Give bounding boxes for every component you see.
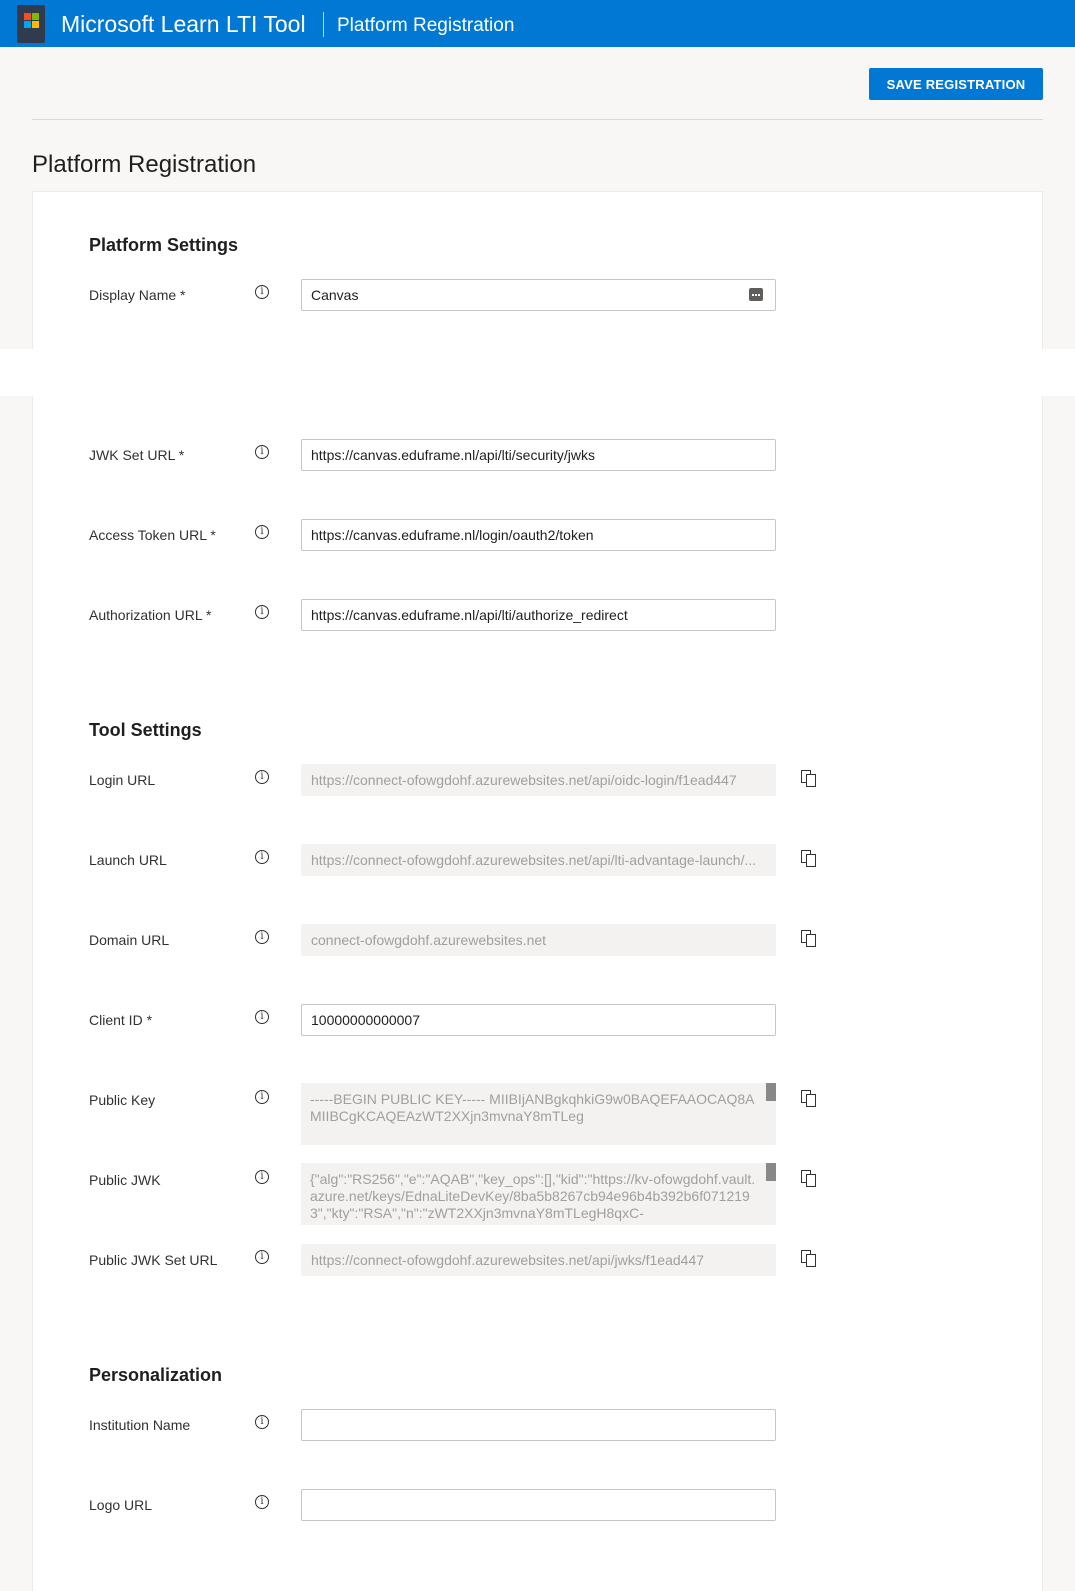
login-url-label: Login URL [89,772,156,788]
toolbar-divider [32,119,1043,120]
client-id-label: Client ID * [89,1012,153,1028]
authorization-url-label: Authorization URL * [89,607,212,623]
authorization-url-input[interactable]: https://canvas.eduframe.nl/api/lti/autho… [301,599,776,631]
copy-icon[interactable] [801,850,817,868]
platform-settings-title: Platform Settings [89,235,239,255]
app-logo-icon [17,5,45,43]
client-id-input[interactable]: 10000000000007 [301,1004,776,1036]
info-icon[interactable]: i [255,285,269,299]
info-icon[interactable]: i [255,1250,269,1264]
info-icon[interactable]: i [255,525,269,539]
display-name-input[interactable]: Canvas [301,279,776,311]
info-icon[interactable]: i [255,1170,269,1184]
copy-icon[interactable] [801,1090,817,1108]
public-key-value: -----BEGIN PUBLIC KEY----- MIIBIjANBgkqh… [310,1091,755,1124]
public-jwk-field: {"alg":"RS256","e":"AQAB","key_ops":[],"… [301,1163,776,1225]
screenshot-gap [0,349,1075,396]
logo-url-input[interactable] [301,1489,776,1521]
institution-name-label: Institution Name [89,1417,191,1433]
public-jwk-value: {"alg":"RS256","e":"AQAB","key_ops":[],"… [310,1171,756,1221]
info-icon[interactable]: i [255,930,269,944]
copy-icon[interactable] [801,930,817,948]
access-token-url-label: Access Token URL * [89,527,216,543]
personalization-title: Personalization [89,1365,223,1385]
title-divider [323,12,324,37]
public-jwk-set-url-field: https://connect-ofowgdohf.azurewebsites.… [301,1244,776,1276]
more-icon[interactable] [749,288,763,301]
app-title: Microsoft Learn LTI Tool [61,11,306,37]
public-jwk-label: Public JWK [89,1172,161,1188]
public-key-field: -----BEGIN PUBLIC KEY----- MIIBIjANBgkqh… [301,1083,776,1145]
launch-url-label: Launch URL [89,852,167,868]
copy-icon[interactable] [801,1250,817,1268]
info-icon[interactable]: i [255,1495,269,1509]
launch-url-field: https://connect-ofowgdohf.azurewebsites.… [301,844,776,876]
public-jwk-scrollbar[interactable] [766,1163,776,1181]
domain-url-field: connect-ofowgdohf.azurewebsites.net [301,924,776,956]
info-icon[interactable]: i [255,850,269,864]
save-registration-button[interactable]: SAVE REGISTRATION [869,68,1043,100]
login-url-field: https://connect-ofowgdohf.azurewebsites.… [301,764,776,796]
institution-name-input[interactable] [301,1409,776,1441]
display-name-label: Display Name * [89,287,186,303]
info-icon[interactable]: i [255,1010,269,1024]
domain-url-label: Domain URL [89,932,170,948]
info-icon[interactable]: i [255,1090,269,1104]
jwk-set-url-label: JWK Set URL * [89,447,185,463]
jwk-set-url-input[interactable]: https://canvas.eduframe.nl/api/lti/secur… [301,439,776,471]
header-section-title: Platform Registration [337,15,515,36]
info-icon[interactable]: i [255,445,269,459]
public-jwk-set-url-label: Public JWK Set URL [89,1252,218,1268]
public-key-scrollbar[interactable] [766,1083,776,1101]
info-icon[interactable]: i [255,770,269,784]
info-icon[interactable]: i [255,605,269,619]
info-icon[interactable]: i [255,1415,269,1429]
copy-icon[interactable] [801,1170,817,1188]
tool-settings-title: Tool Settings [89,720,202,740]
page-title: Platform Registration [32,151,257,178]
top-bar: Microsoft Learn LTI Tool Platform Regist… [0,0,1075,47]
copy-icon[interactable] [801,770,817,788]
public-key-label: Public Key [89,1092,156,1108]
access-token-url-input[interactable]: https://canvas.eduframe.nl/login/oauth2/… [301,519,776,551]
logo-url-label: Logo URL [89,1497,153,1513]
